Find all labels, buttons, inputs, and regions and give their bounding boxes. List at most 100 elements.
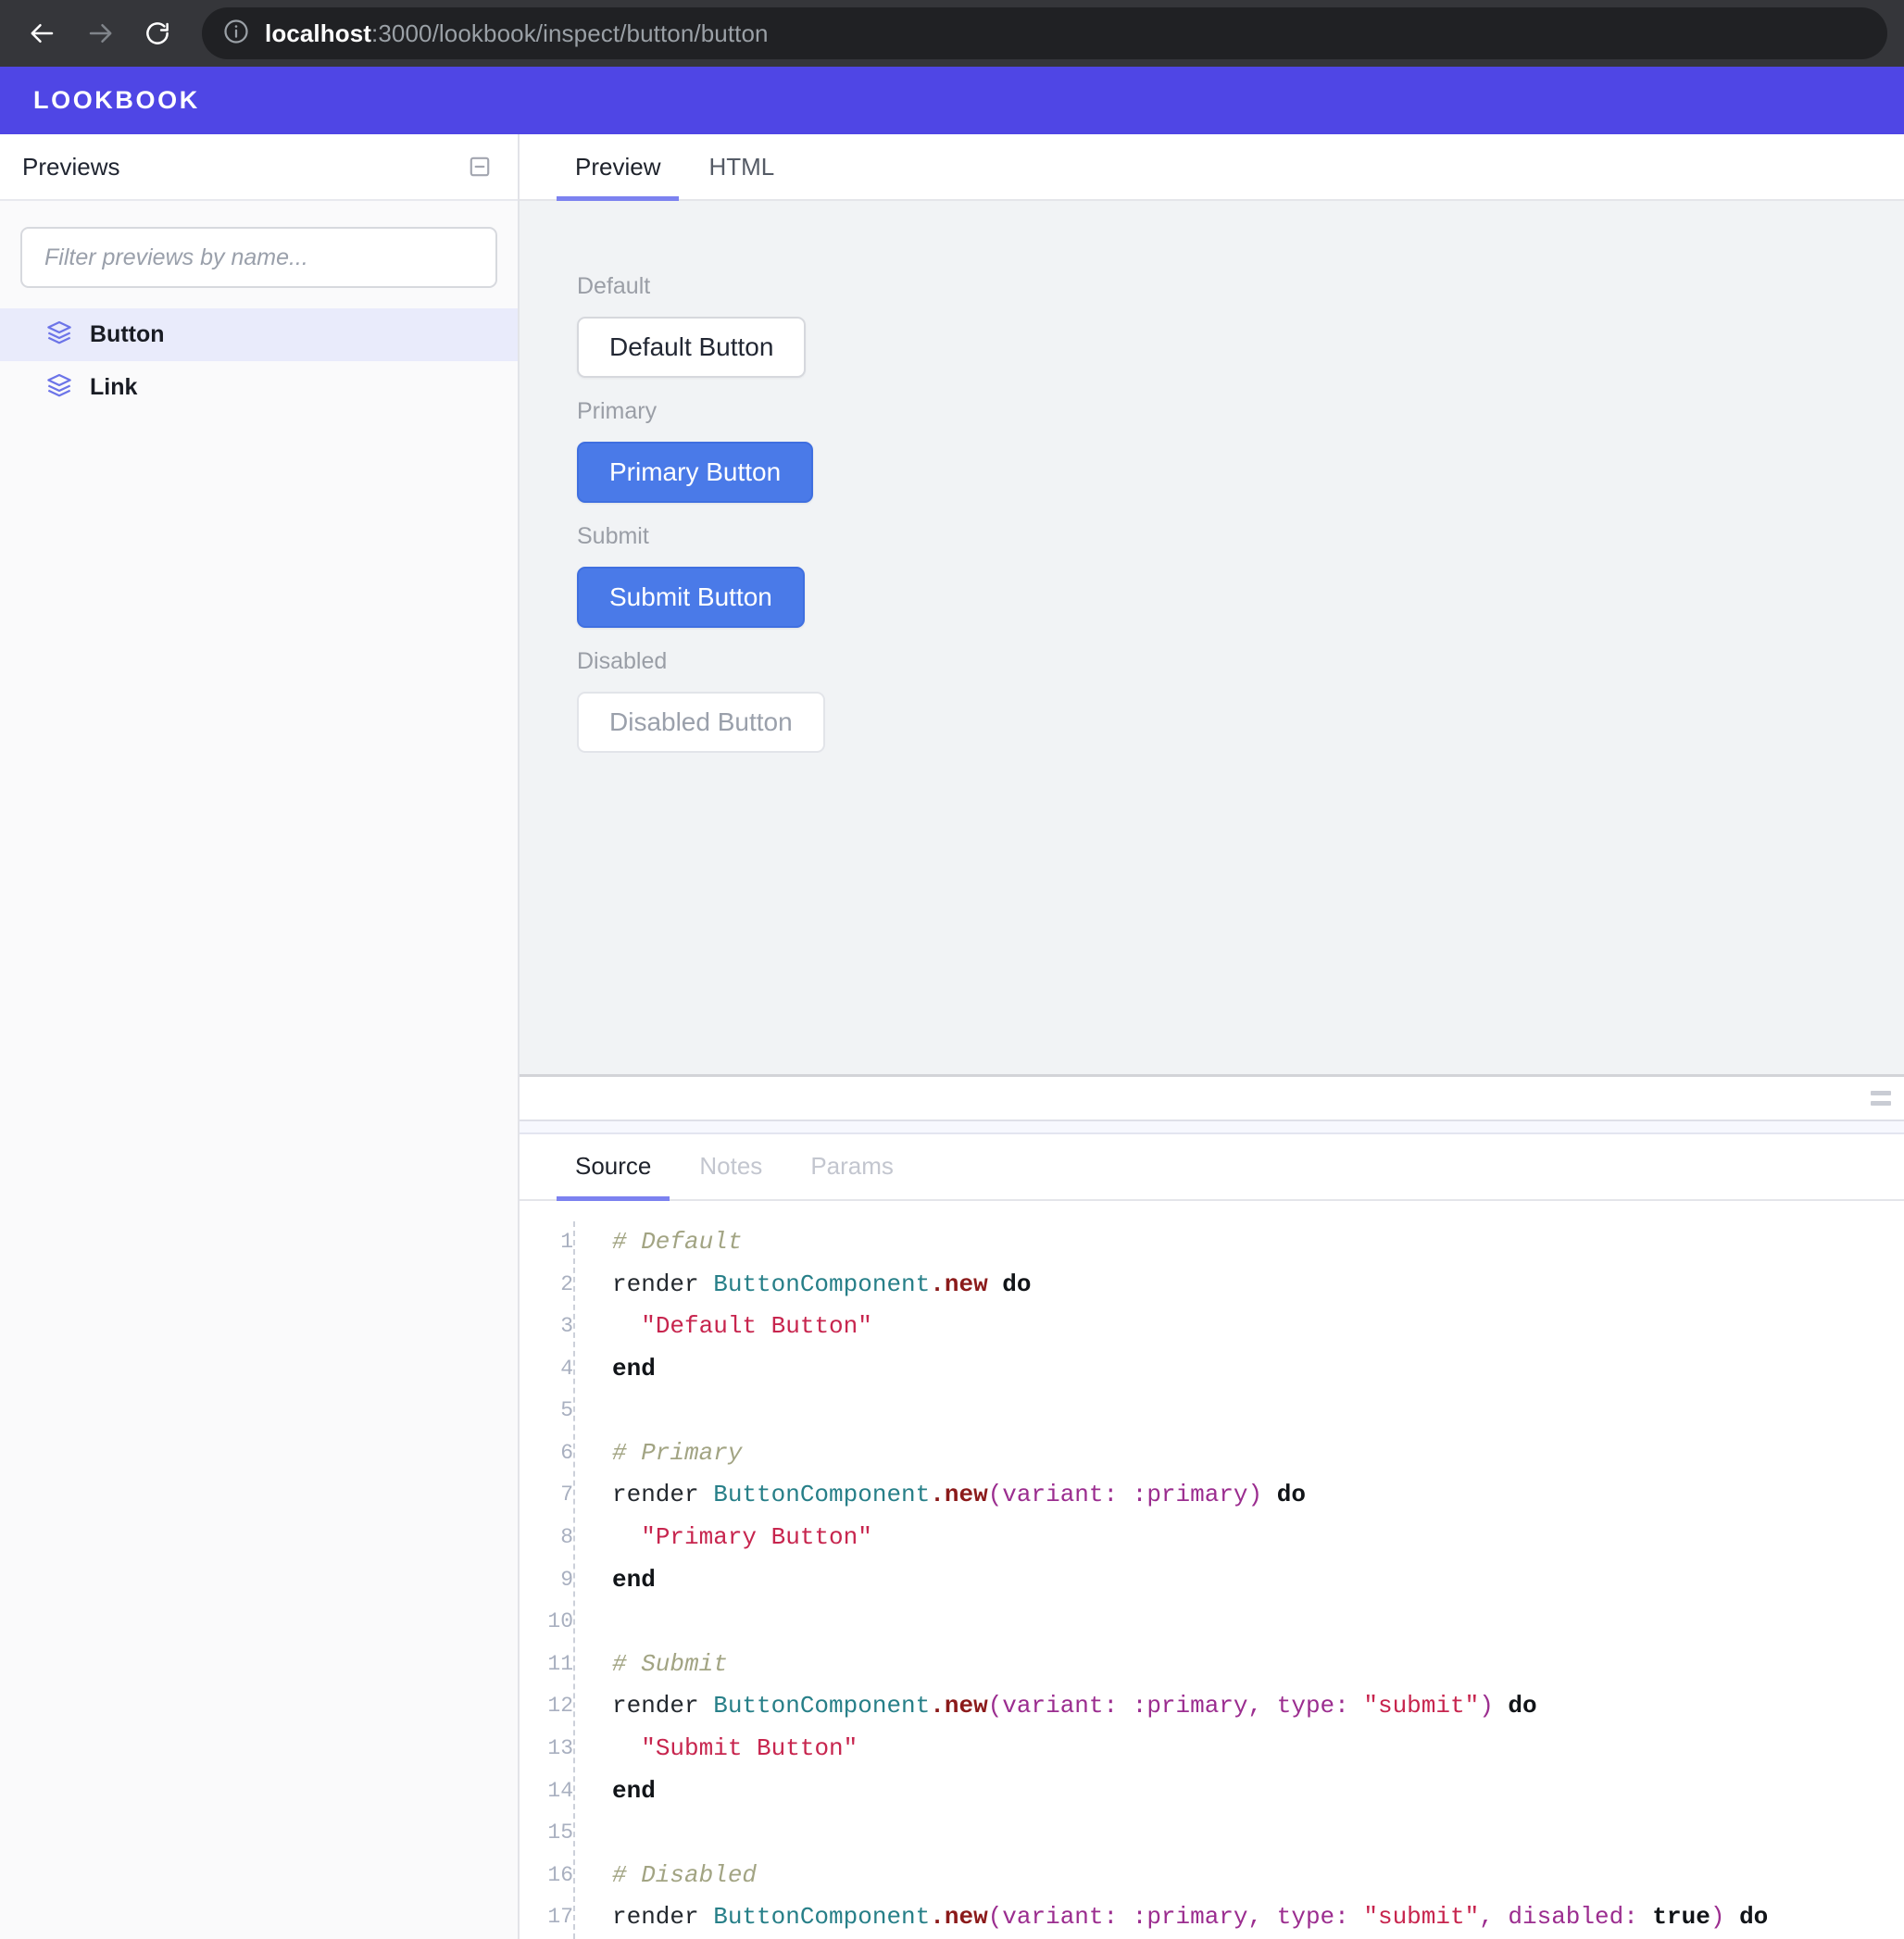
sidebar-header: Previews xyxy=(0,134,518,201)
app-header: LOOKBOOK xyxy=(0,67,1904,134)
preview-group-primary: Primary Primary Button xyxy=(577,398,1904,503)
url-host: localhost xyxy=(265,19,372,47)
primary-button[interactable]: Primary Button xyxy=(577,442,814,503)
code-line: end xyxy=(612,1559,1904,1602)
sidebar-item-button[interactable]: Button xyxy=(0,308,518,361)
code-line: # Submit xyxy=(612,1644,1904,1686)
filter-previews-input[interactable] xyxy=(20,227,497,288)
preview-label: Primary xyxy=(577,398,658,424)
layers-icon xyxy=(46,319,72,350)
drawer-resize-handle[interactable] xyxy=(520,1076,1904,1121)
tab-html[interactable]: HTML xyxy=(684,134,798,199)
code-token: ButtonComponent xyxy=(713,1903,931,1932)
code-token: , disabled: xyxy=(1479,1903,1653,1932)
preview-tabbar: Preview HTML xyxy=(520,134,1904,201)
reload-button[interactable] xyxy=(132,7,183,59)
code-line: "Submit Button" xyxy=(612,1728,1904,1770)
sidebar-item-label: Button xyxy=(90,321,165,347)
code-line: "Primary Button" xyxy=(612,1517,1904,1559)
line-number: 4 xyxy=(560,1356,573,1381)
code-token: . xyxy=(930,1270,945,1298)
code-token: ButtonComponent xyxy=(713,1270,931,1298)
preview-group-submit: Submit Submit Button xyxy=(577,523,1904,628)
code-token: "Default Button" xyxy=(641,1312,872,1341)
code-token: true xyxy=(1652,1903,1710,1932)
preview-label: Submit xyxy=(577,523,649,549)
line-number: 9 xyxy=(560,1567,573,1592)
tab-params[interactable]: Params xyxy=(786,1134,918,1199)
code-token: "Primary Button" xyxy=(641,1523,872,1552)
code-token: render xyxy=(612,1270,714,1298)
line-number: 11 xyxy=(547,1651,573,1676)
code-token: # Disabled xyxy=(612,1860,758,1889)
app-brand[interactable]: LOOKBOOK xyxy=(33,86,200,115)
tab-source[interactable]: Source xyxy=(551,1134,675,1201)
line-number: 8 xyxy=(560,1525,573,1550)
source-code-viewer[interactable]: 1 2 3 4 5 6 7 8 9 10 11 12 13 14 15 16 17 # Default rende… xyxy=(520,1200,1904,1939)
code-token: end xyxy=(612,1565,656,1594)
code-token: "submit" xyxy=(1363,1692,1480,1720)
main-panel: Preview HTML Default Default Button Prim… xyxy=(520,134,1904,1939)
preview-label: Default xyxy=(577,273,651,299)
sidebar-item-link[interactable]: Link xyxy=(0,361,518,414)
browser-toolbar: localhost:3000/lookbook/inspect/button/b… xyxy=(0,0,1904,67)
drawer-panel: Source Notes Params 1 2 3 4 5 6 7 8 9 10 11 12 13 14 1… xyxy=(520,1133,1904,1939)
submit-button[interactable]: Submit Button xyxy=(577,567,805,628)
sidebar: Previews Button Link xyxy=(0,134,520,1939)
code-token: new xyxy=(944,1481,988,1509)
resize-grip-icon xyxy=(1871,1090,1891,1106)
code-token: # Primary xyxy=(612,1438,743,1467)
preview-label: Disabled xyxy=(577,648,668,674)
url-text: localhost:3000/lookbook/inspect/button/b… xyxy=(265,19,769,48)
reload-icon xyxy=(144,19,171,47)
collapse-square-minus-icon[interactable] xyxy=(468,155,492,179)
code-token: end xyxy=(612,1776,656,1805)
code-line: "Default Button" xyxy=(612,1306,1904,1348)
code-token: render xyxy=(612,1481,714,1509)
code-line: # Default xyxy=(612,1221,1904,1264)
code-token: render xyxy=(612,1903,714,1932)
code-token: # Submit xyxy=(612,1649,728,1678)
line-number: 7 xyxy=(560,1482,573,1507)
address-bar[interactable]: localhost:3000/lookbook/inspect/button/b… xyxy=(202,7,1887,59)
tab-notes[interactable]: Notes xyxy=(675,1134,786,1199)
code-line: render ButtonComponent.new(variant: :pri… xyxy=(612,1474,1904,1517)
code-token: ) xyxy=(1710,1903,1725,1932)
arrow-right-icon xyxy=(86,19,114,47)
line-number: 12 xyxy=(547,1694,573,1719)
default-button[interactable]: Default Button xyxy=(577,317,807,378)
code-line: end xyxy=(612,1348,1904,1391)
filter-wrap xyxy=(0,201,518,308)
line-number: 13 xyxy=(547,1736,573,1761)
code-token: do xyxy=(1276,1481,1306,1509)
code-token: ) xyxy=(1479,1692,1494,1720)
previews-list: Button Link xyxy=(0,308,518,414)
code-line: render ButtonComponent.new(variant: :pri… xyxy=(612,1685,1904,1728)
forward-button[interactable] xyxy=(74,7,126,59)
disabled-button: Disabled Button xyxy=(577,692,825,753)
sidebar-title: Previews xyxy=(22,152,120,181)
line-number: 3 xyxy=(560,1314,573,1339)
info-circle-icon[interactable] xyxy=(222,18,250,50)
code-line: render ButtonComponent.new(variant: :pri… xyxy=(612,1896,1904,1939)
code-token: (variant: :primary, type: xyxy=(987,1903,1364,1932)
code-content: # Default render ButtonComponent. new do "… xyxy=(575,1221,1904,1939)
code-token: do xyxy=(1739,1903,1769,1932)
drawer-tabbar: Source Notes Params xyxy=(520,1134,1904,1201)
back-button[interactable] xyxy=(17,7,69,59)
line-number: 5 xyxy=(560,1398,573,1423)
line-number: 16 xyxy=(547,1862,573,1887)
line-number-gutter: 1 2 3 4 5 6 7 8 9 10 11 12 13 14 15 16 17 xyxy=(520,1220,575,1939)
tab-preview[interactable]: Preview xyxy=(551,134,684,201)
code-token: # Default xyxy=(612,1227,743,1256)
line-number: 6 xyxy=(560,1440,573,1465)
code-token: (variant: :primary) xyxy=(987,1481,1263,1509)
